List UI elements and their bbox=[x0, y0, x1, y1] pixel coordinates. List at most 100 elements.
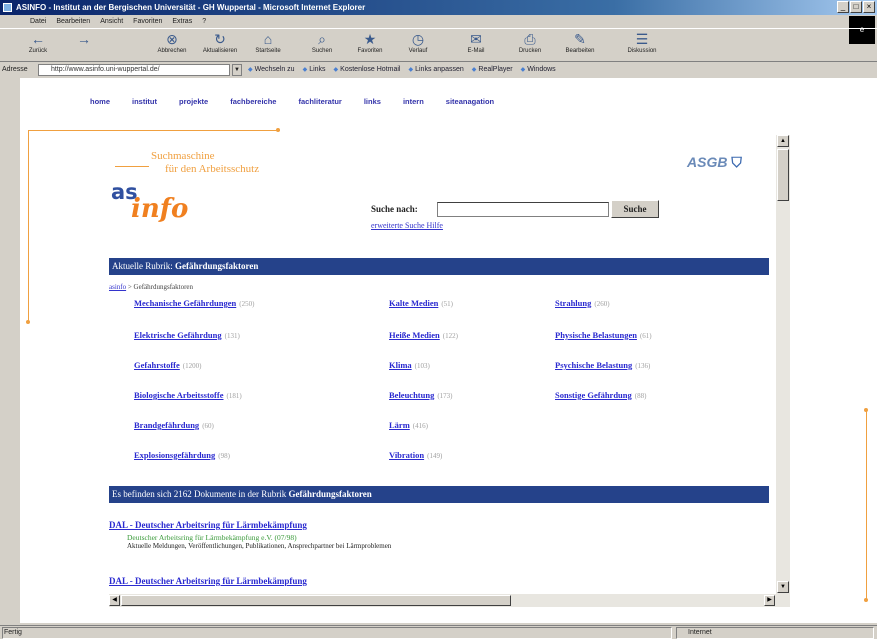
current-rubric-bar: Aktuelle Rubrik: Gefährdungsfaktoren bbox=[109, 258, 769, 275]
category-item[interactable]: Elektrische Gefährdung (131) bbox=[134, 330, 240, 340]
result-title-link[interactable]: DAL - Deutscher Arbeitsring für Lärmbekä… bbox=[109, 520, 307, 530]
menu-datei[interactable]: Datei bbox=[30, 15, 46, 28]
link-links[interactable]: Links bbox=[303, 63, 325, 77]
scroll-right-icon[interactable]: ▶ bbox=[764, 595, 775, 606]
deco-line-headline bbox=[115, 166, 149, 167]
vertical-scroll-thumb[interactable] bbox=[777, 149, 789, 201]
breadcrumb: asinfo > Gefährdungsfaktoren bbox=[109, 283, 194, 291]
status-zone: Internet bbox=[688, 629, 712, 636]
nav-intern[interactable]: intern bbox=[403, 97, 424, 106]
link-windows[interactable]: Windows bbox=[521, 63, 555, 77]
status-text: Fertig bbox=[4, 629, 22, 636]
forward-arrow-icon: → bbox=[77, 31, 91, 47]
category-item[interactable]: Vibration (149) bbox=[389, 450, 442, 460]
address-bar: Adresse http://www.asinfo.uni-wuppertal.… bbox=[0, 63, 877, 77]
nav-sitenavigation[interactable]: siteanagation bbox=[446, 97, 494, 106]
result-item: DAL - Deutscher Arbeitsring für Lärmbekä… bbox=[109, 520, 391, 550]
star-icon: ★ bbox=[363, 31, 377, 47]
link-hotmail[interactable]: Kostenlose Hotmail bbox=[334, 63, 400, 77]
window-controls: _ □ × bbox=[837, 1, 875, 13]
scroll-down-icon[interactable]: ▼ bbox=[777, 581, 789, 593]
category-item[interactable]: Mechanische Gefährdungen (250) bbox=[134, 298, 254, 308]
ie-icon bbox=[3, 3, 12, 12]
close-button[interactable]: × bbox=[863, 1, 875, 13]
search-input[interactable] bbox=[437, 202, 609, 217]
status-pane-main bbox=[2, 627, 672, 639]
horizontal-scroll-thumb[interactable] bbox=[121, 595, 511, 606]
results-count-bar: Es befinden sich 2162 Dokumente in der R… bbox=[109, 486, 769, 503]
site-nav: home institut projekte fachbereiche fach… bbox=[90, 97, 516, 106]
nav-fachbereiche[interactable]: fachbereiche bbox=[230, 97, 276, 106]
links-bar: Wechseln zu Links Kostenlose Hotmail Lin… bbox=[248, 63, 556, 77]
horizontal-scrollbar[interactable]: ◀ ▶ bbox=[109, 594, 776, 607]
deco-line-left bbox=[28, 130, 29, 322]
stop-button[interactable]: ⊗ Abbrechen bbox=[150, 30, 194, 62]
search-sublinks[interactable]: erweiterte Suche Hilfe bbox=[371, 221, 443, 230]
category-item[interactable]: Sonstige Gefährdung (88) bbox=[555, 390, 646, 400]
deco-dot bbox=[864, 598, 868, 602]
deco-dot bbox=[26, 320, 30, 324]
search-icon: ⌕ bbox=[318, 31, 326, 47]
mail-button[interactable]: ✉ E-Mail bbox=[454, 30, 498, 62]
category-item[interactable]: Beleuchtung (173) bbox=[389, 390, 453, 400]
asgb-logo: ASGB ⛉ bbox=[687, 154, 742, 170]
scroll-left-icon[interactable]: ◀ bbox=[109, 595, 120, 606]
menu-bar: Datei Bearbeiten Ansicht Favoriten Extra… bbox=[0, 15, 877, 28]
category-item[interactable]: Psychische Belastung (136) bbox=[555, 360, 650, 370]
nav-projekte[interactable]: projekte bbox=[179, 97, 208, 106]
menu-extras[interactable]: Extras bbox=[172, 15, 192, 28]
minimize-button[interactable]: _ bbox=[837, 1, 849, 13]
menu-ansicht[interactable]: Ansicht bbox=[100, 15, 123, 28]
breadcrumb-link[interactable]: asinfo bbox=[109, 283, 126, 291]
print-button[interactable]: ⎙ Drucken bbox=[508, 30, 552, 62]
deco-dot bbox=[864, 408, 868, 412]
result-source[interactable]: Deutscher Arbeitsring für Lärmbekämpfung… bbox=[109, 533, 391, 542]
discuss-button[interactable]: ☰ Diskussion bbox=[620, 30, 664, 62]
toolbar: ← Zurück → ⊗ Abbrechen ↻ Aktualisieren ⌂ Sta… bbox=[0, 28, 877, 62]
category-item[interactable]: Gefahrstoffe (1200) bbox=[134, 360, 201, 370]
category-item[interactable]: Klima (103) bbox=[389, 360, 430, 370]
category-item[interactable]: Strahlung (260) bbox=[555, 298, 610, 308]
link-realplayer[interactable]: RealPlayer bbox=[472, 63, 512, 77]
maximize-button[interactable]: □ bbox=[850, 1, 862, 13]
shield-icon: ⛉ bbox=[731, 154, 742, 170]
result-item: DAL - Deutscher Arbeitsring für Lärmbekä… bbox=[109, 576, 307, 587]
favorites-button[interactable]: ★ Favoriten bbox=[348, 30, 392, 62]
back-button[interactable]: ← Zurück bbox=[16, 30, 60, 62]
category-item[interactable]: Brandgefährdung (60) bbox=[134, 420, 214, 430]
page-headline: Suchmaschine für den Arbeitsschutz bbox=[151, 150, 260, 175]
category-item[interactable]: Kalte Medien (51) bbox=[389, 298, 453, 308]
link-wechseln[interactable]: Wechseln zu bbox=[248, 63, 295, 77]
edit-button[interactable]: ✎ Bearbeiten bbox=[558, 30, 602, 62]
nav-links[interactable]: links bbox=[364, 97, 381, 106]
refresh-button[interactable]: ↻ Aktualisieren bbox=[198, 30, 242, 62]
search-button[interactable]: ⌕ Suchen bbox=[300, 30, 344, 62]
address-dropdown-icon[interactable]: ▼ bbox=[232, 64, 242, 76]
category-item[interactable]: Lärm (416) bbox=[389, 420, 428, 430]
link-anpassen[interactable]: Links anpassen bbox=[408, 63, 464, 77]
category-item[interactable]: Explosionsgefährdung (98) bbox=[134, 450, 230, 460]
forward-button[interactable]: → bbox=[62, 30, 106, 62]
result-title-link[interactable]: DAL - Deutscher Arbeitsring für Lärmbekä… bbox=[109, 576, 307, 586]
deco-line-top bbox=[28, 130, 280, 131]
category-item[interactable]: Physische Belastungen (61) bbox=[555, 330, 652, 340]
refresh-icon: ↻ bbox=[214, 31, 226, 47]
back-arrow-icon: ← bbox=[31, 31, 45, 47]
home-button[interactable]: ⌂ Startseite bbox=[246, 30, 290, 62]
asinfo-logo[interactable]: as info bbox=[109, 176, 199, 228]
menu-help[interactable]: ? bbox=[202, 15, 206, 28]
nav-home[interactable]: home bbox=[90, 97, 110, 106]
history-icon: ◷ bbox=[411, 31, 425, 47]
scroll-up-icon[interactable]: ▲ bbox=[777, 135, 789, 147]
address-input[interactable]: http://www.asinfo.uni-wuppertal.de/ bbox=[38, 64, 230, 76]
search-submit-button[interactable]: Suche bbox=[611, 200, 659, 218]
history-button[interactable]: ◷ Verlauf bbox=[396, 30, 440, 62]
menu-bearbeiten[interactable]: Bearbeiten bbox=[56, 15, 90, 28]
vertical-scrollbar[interactable]: ▲ ▼ bbox=[776, 135, 790, 607]
window-titlebar: ASINFO - Institut an der Bergischen Univ… bbox=[0, 0, 877, 15]
category-item[interactable]: Biologische Arbeitsstoffe (181) bbox=[134, 390, 242, 400]
category-item[interactable]: Heiße Medien (122) bbox=[389, 330, 458, 340]
nav-institut[interactable]: institut bbox=[132, 97, 157, 106]
nav-fachliteratur[interactable]: fachliteratur bbox=[298, 97, 341, 106]
menu-favoriten[interactable]: Favoriten bbox=[133, 15, 162, 28]
